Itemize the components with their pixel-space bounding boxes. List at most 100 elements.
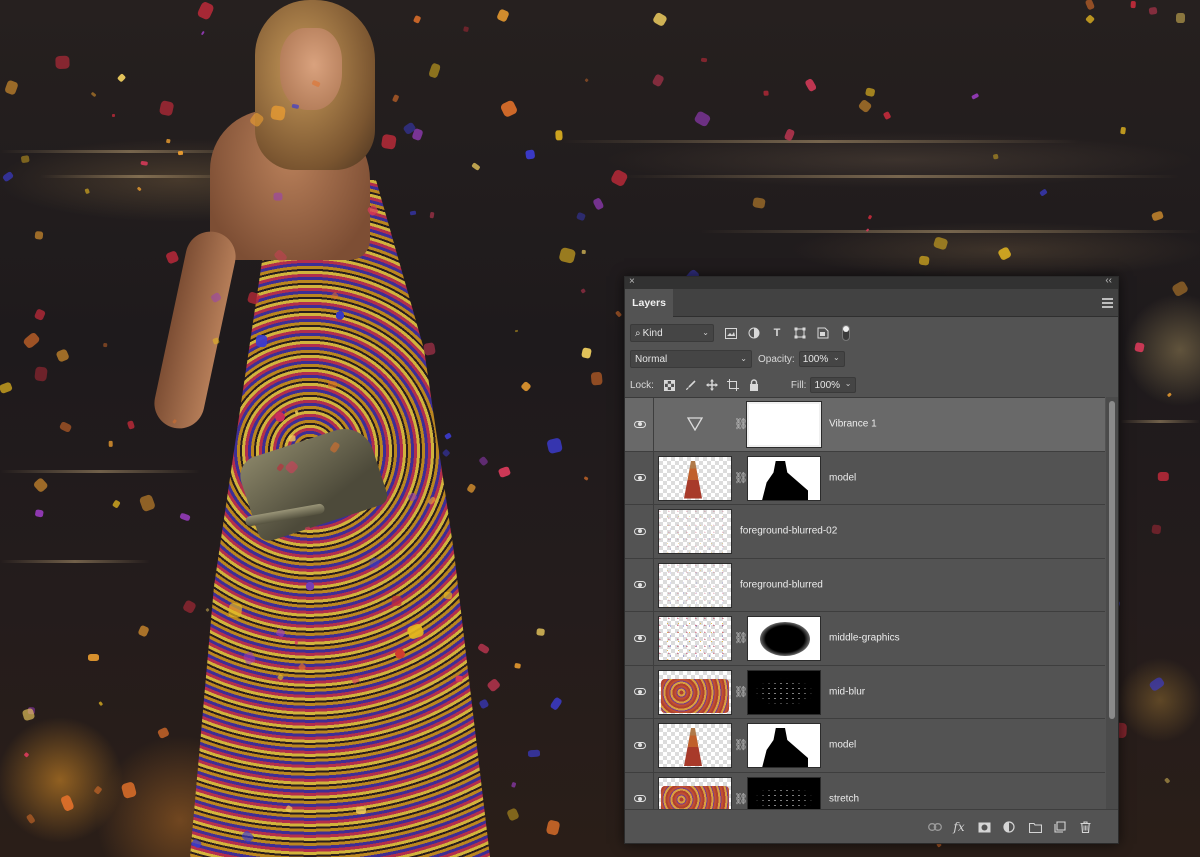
layer-row[interactable]: ⛓ middle-graphics: [625, 612, 1105, 666]
layer-thumbnail[interactable]: [658, 455, 732, 501]
layer-mask-thumbnail[interactable]: [747, 455, 821, 501]
new-group-icon[interactable]: [1027, 819, 1043, 835]
mask-link-icon[interactable]: ⛓: [734, 632, 748, 645]
layer-list-scrollbar[interactable]: [1106, 397, 1118, 811]
mask-link-icon[interactable]: ⛓: [734, 685, 748, 698]
mask-link-icon[interactable]: ⛓: [734, 418, 748, 431]
layer-thumbnail[interactable]: [658, 723, 732, 768]
visibility-eye-icon[interactable]: [633, 526, 647, 536]
flower-petal: [868, 214, 873, 220]
search-icon: ⌕: [635, 327, 641, 339]
layer-name: model: [829, 472, 857, 484]
flower-petal: [1134, 342, 1145, 353]
adjustment-filter-icon[interactable]: [745, 325, 763, 341]
shape-filter-icon[interactable]: [791, 325, 809, 341]
flower-petal: [1147, 675, 1166, 693]
layer-thumbnail[interactable]: [658, 616, 732, 661]
flower-petal: [1120, 127, 1126, 135]
layer-mask-thumbnail[interactable]: [746, 401, 822, 448]
flower-petal: [519, 380, 532, 392]
visibility-eye-icon[interactable]: [633, 473, 647, 483]
visibility-eye-icon[interactable]: [633, 419, 647, 429]
flower-petal: [992, 153, 999, 160]
layer-row[interactable]: ⛓ mid-blur: [625, 665, 1105, 719]
mask-link-icon[interactable]: ⛓: [734, 792, 748, 805]
image-filter-icon[interactable]: [722, 325, 740, 341]
filter-toggle-icon[interactable]: [837, 325, 855, 341]
model-arm: [149, 226, 241, 434]
opacity-field[interactable]: 100% ⌄: [798, 351, 845, 367]
layer-row[interactable]: ⛓ model: [625, 719, 1105, 773]
new-adjustment-layer-icon[interactable]: [1001, 819, 1017, 835]
smart-object-filter-icon[interactable]: [814, 325, 832, 341]
panel-menu-icon[interactable]: [1102, 298, 1113, 310]
panel-titlebar: × ‹‹: [625, 275, 1118, 289]
lock-image-pixels-icon[interactable]: [682, 377, 700, 393]
visibility-eye-icon[interactable]: [633, 633, 647, 643]
tab-layers[interactable]: Layers: [625, 289, 673, 317]
layer-mask-thumbnail[interactable]: [747, 616, 821, 661]
visibility-eye-icon[interactable]: [633, 740, 647, 750]
flower-petal: [583, 475, 589, 481]
layer-row[interactable]: ⛓ model: [625, 451, 1105, 505]
flower-petal: [865, 87, 876, 98]
blend-mode-dropdown[interactable]: Normal ⌄: [630, 350, 752, 368]
link-layers-icon[interactable]: [927, 819, 943, 835]
flower-petal: [545, 819, 560, 836]
layer-row[interactable]: ⛓ stretch: [625, 772, 1105, 811]
collapse-panel-button[interactable]: ‹‹: [1105, 275, 1112, 286]
mask-link-icon[interactable]: ⛓: [734, 739, 748, 752]
flower-petal: [2, 170, 15, 183]
filter-kind-dropdown[interactable]: ⌕ Kind ⌄: [630, 324, 714, 342]
flower-petal: [1085, 14, 1096, 25]
flower-petal: [549, 696, 563, 712]
add-mask-icon[interactable]: [976, 819, 992, 835]
lock-all-icon[interactable]: [745, 377, 763, 393]
layer-mask-thumbnail[interactable]: [747, 723, 821, 768]
visibility-eye-icon[interactable]: [633, 580, 647, 590]
layer-thumbnail[interactable]: [658, 562, 732, 608]
layer-row[interactable]: ⛓ Vibrance 1: [625, 398, 1105, 452]
lock-position-icon[interactable]: [703, 377, 721, 393]
fx-icon[interactable]: fx: [951, 819, 967, 835]
lock-transparent-pixels-icon[interactable]: [661, 377, 679, 393]
fill-label: Fill:: [790, 379, 807, 391]
flower-petal: [546, 437, 563, 455]
scrollbar-thumb[interactable]: [1109, 401, 1115, 719]
flower-petal: [117, 73, 127, 83]
new-layer-icon[interactable]: [1052, 819, 1068, 835]
fill-field[interactable]: 100% ⌄: [810, 377, 857, 393]
layer-mask-thumbnail[interactable]: [747, 776, 821, 811]
layer-thumbnail[interactable]: [658, 669, 732, 715]
type-filter-icon[interactable]: T: [768, 325, 786, 341]
layer-mask-thumbnail[interactable]: [747, 669, 821, 715]
flower-petal: [20, 155, 30, 164]
chevron-down-icon: ⌄: [844, 379, 852, 388]
model-face: [280, 28, 342, 110]
layer-row[interactable]: foreground-blurred: [625, 558, 1105, 612]
flower-petal: [327, 381, 338, 389]
light-streak: [620, 175, 1180, 178]
layer-thumbnail[interactable]: [658, 776, 732, 811]
flower-petal: [24, 752, 30, 758]
flower-petal: [88, 653, 100, 662]
layer-row[interactable]: foreground-blurred-02: [625, 505, 1105, 559]
layer-thumbnail[interactable]: [658, 509, 732, 554]
delete-layer-icon[interactable]: [1077, 819, 1093, 835]
lock-artboard-icon[interactable]: [724, 377, 742, 393]
model-figure: [149, 0, 510, 857]
flower-petal: [140, 160, 149, 167]
flower-petal: [580, 288, 587, 295]
flower-petal: [525, 149, 536, 160]
visibility-eye-icon[interactable]: [633, 794, 647, 804]
flower-petal: [93, 786, 103, 796]
flower-petal: [555, 130, 563, 141]
mask-link-icon[interactable]: ⛓: [734, 471, 748, 484]
flower-petal: [590, 371, 603, 386]
flower-petal: [111, 113, 115, 118]
flower-petal: [102, 342, 107, 347]
visibility-eye-icon[interactable]: [633, 687, 647, 697]
panel-footer: fx: [625, 809, 1118, 843]
fill-value: 100%: [814, 379, 841, 391]
close-panel-button[interactable]: ×: [629, 276, 635, 287]
